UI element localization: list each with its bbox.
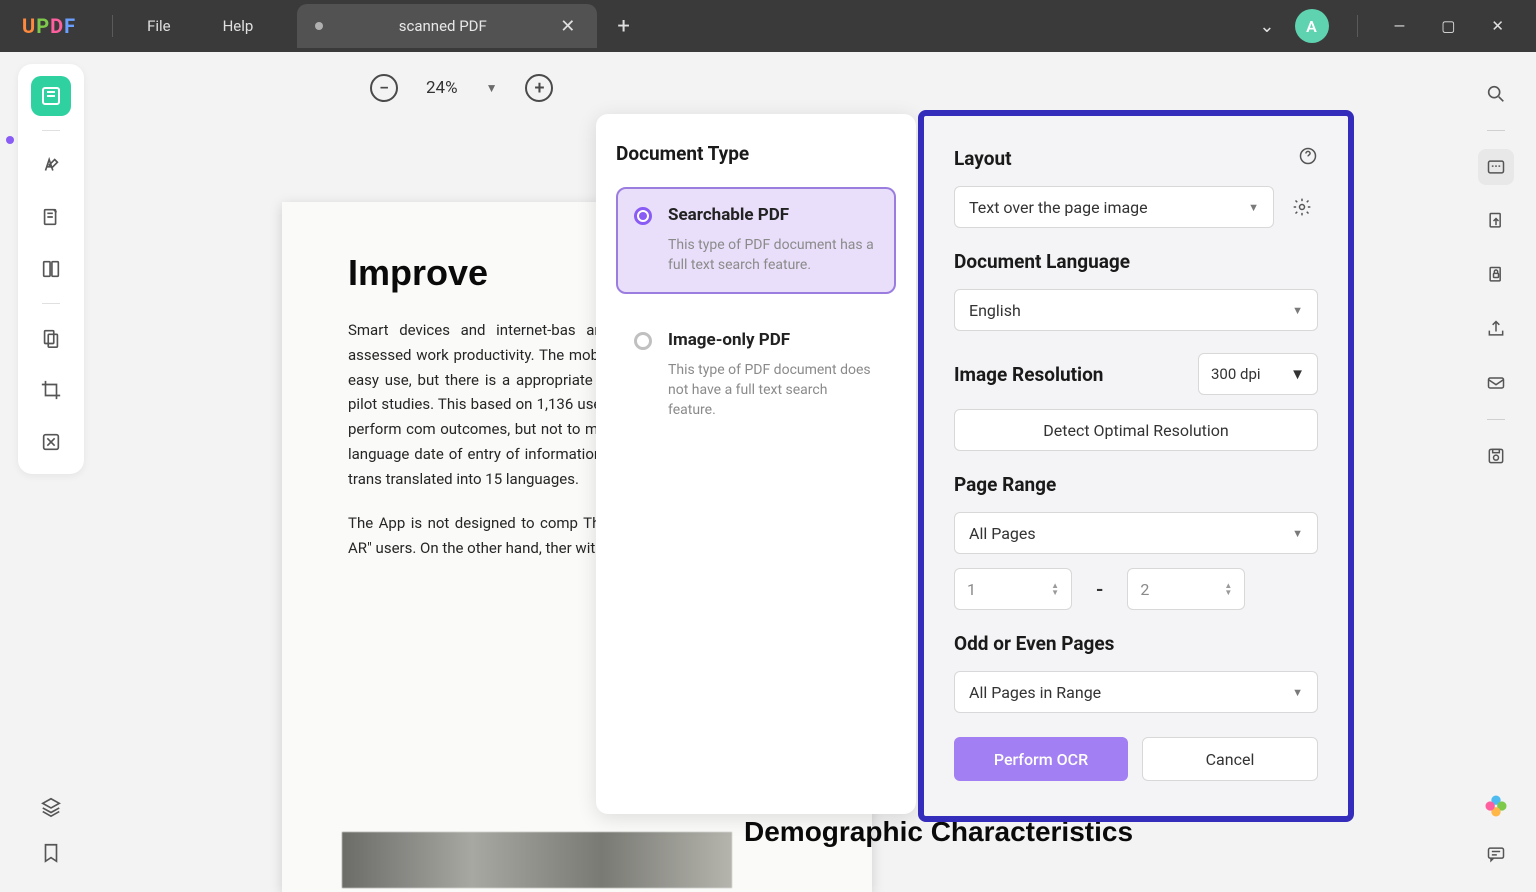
zoom-toolbar: − 24% ▼ + — [370, 74, 553, 102]
save-button[interactable] — [1478, 438, 1514, 474]
right-sidebar-bottom — [1474, 792, 1518, 868]
zoom-dropdown-icon[interactable]: ▼ — [486, 81, 498, 95]
help-icon[interactable] — [1298, 146, 1318, 170]
select-value: Text over the page image — [969, 198, 1148, 217]
chevron-down-icon: ▼ — [1248, 201, 1259, 214]
stepper-icon[interactable]: ▲▼ — [1224, 582, 1232, 596]
tab-dot-icon — [315, 22, 323, 30]
indicator-dot — [6, 136, 14, 144]
option-title: Image-only PDF — [668, 330, 878, 350]
convert-button[interactable] — [1478, 203, 1514, 239]
ocr-button[interactable] — [1478, 149, 1514, 185]
maximize-icon[interactable]: ▢ — [1433, 13, 1463, 39]
radio-icon — [634, 207, 652, 225]
divider — [42, 303, 60, 304]
input-value: 1 — [967, 580, 976, 599]
layout-label: Layout — [954, 147, 1012, 170]
divider — [1487, 130, 1505, 131]
zoom-value: 24% — [426, 78, 458, 98]
layout-settings-button[interactable] — [1286, 191, 1318, 223]
share-button[interactable] — [1478, 311, 1514, 347]
option-title: Searchable PDF — [668, 205, 878, 225]
option-desc: This type of PDF document does not have … — [668, 360, 878, 421]
layers-icon[interactable] — [40, 796, 62, 822]
protect-button[interactable] — [1478, 257, 1514, 293]
divider — [1487, 419, 1505, 420]
user-avatar[interactable]: A — [1295, 9, 1329, 43]
radio-icon — [634, 332, 652, 350]
page-view-button[interactable] — [31, 249, 71, 289]
odd-even-select[interactable]: All Pages in Range ▼ — [954, 671, 1318, 713]
lang-label: Document Language — [954, 250, 1318, 273]
option-desc: This type of PDF document has a full tex… — [668, 235, 878, 276]
page-to-input[interactable]: 2 ▲▼ — [1127, 568, 1245, 610]
search-button[interactable] — [1478, 76, 1514, 112]
zoom-out-button[interactable]: − — [370, 74, 398, 102]
page-range-select[interactable]: All Pages ▼ — [954, 512, 1318, 554]
tab-title: scanned PDF — [329, 17, 556, 35]
select-value: All Pages — [969, 524, 1036, 543]
ocr-settings-panel: Layout Text over the page image ▼ Docume… — [918, 110, 1354, 822]
right-sidebar — [1474, 64, 1518, 474]
redact-tool-button[interactable] — [31, 422, 71, 462]
panel-title: Document Type — [616, 142, 896, 165]
range-separator: - — [1096, 577, 1103, 601]
app-logo: UPDF — [0, 14, 104, 38]
left-sidebar — [18, 64, 84, 474]
menu-file[interactable]: File — [121, 17, 197, 35]
select-value: 300 dpi — [1211, 365, 1261, 383]
close-icon[interactable]: ✕ — [1483, 13, 1512, 39]
crop-tool-button[interactable] — [31, 370, 71, 410]
odd-even-label: Odd or Even Pages — [954, 632, 1318, 655]
chevron-down-icon: ▼ — [1292, 686, 1303, 699]
comment-button[interactable] — [1486, 844, 1506, 868]
perform-ocr-button[interactable]: Perform OCR — [954, 737, 1128, 781]
page-range-label: Page Range — [954, 473, 1318, 496]
tab-close-icon[interactable]: ✕ — [556, 16, 579, 37]
menu-help[interactable]: Help — [197, 17, 280, 35]
doc-image-strip — [342, 832, 732, 888]
highlight-tool-button[interactable] — [31, 145, 71, 185]
layout-select[interactable]: Text over the page image ▼ — [954, 186, 1274, 228]
email-button[interactable] — [1478, 365, 1514, 401]
reader-mode-button[interactable] — [31, 76, 71, 116]
left-sidebar-bottom — [18, 796, 84, 868]
brand-flower-icon[interactable] — [1482, 792, 1510, 824]
option-image-only-pdf[interactable]: Image-only PDF This type of PDF document… — [616, 312, 896, 439]
annotate-tool-button[interactable] — [31, 197, 71, 237]
divider — [1357, 15, 1358, 37]
stepper-icon[interactable]: ▲▼ — [1051, 582, 1059, 596]
language-select[interactable]: English ▼ — [954, 289, 1318, 331]
main-area: − 24% ▼ + — [0, 52, 1536, 888]
zoom-in-button[interactable]: + — [525, 74, 553, 102]
resolution-label: Image Resolution — [954, 363, 1103, 386]
titlebar: UPDF File Help scanned PDF ✕ + ⌄ A — ▢ ✕ — [0, 0, 1536, 52]
divider — [42, 130, 60, 131]
new-tab-button[interactable]: + — [597, 14, 649, 39]
minimize-icon[interactable]: — — [1386, 13, 1414, 39]
chevron-down-icon: ▼ — [1292, 304, 1303, 317]
detect-resolution-button[interactable]: Detect Optimal Resolution — [954, 409, 1318, 451]
cancel-button[interactable]: Cancel — [1142, 737, 1318, 781]
ocr-document-type-panel: Document Type Searchable PDF This type o… — [596, 114, 916, 814]
option-searchable-pdf[interactable]: Searchable PDF This type of PDF document… — [616, 187, 896, 294]
chevron-down-icon: ▼ — [1292, 527, 1303, 540]
select-value: All Pages in Range — [969, 683, 1101, 702]
divider — [112, 15, 113, 37]
tabs-dropdown-icon[interactable]: ⌄ — [1259, 16, 1274, 37]
organize-pages-button[interactable] — [31, 318, 71, 358]
bookmark-icon[interactable] — [40, 842, 62, 868]
chevron-down-icon: ▼ — [1290, 365, 1305, 383]
input-value: 2 — [1140, 580, 1149, 599]
page-from-input[interactable]: 1 ▲▼ — [954, 568, 1072, 610]
select-value: English — [969, 301, 1021, 320]
resolution-select[interactable]: 300 dpi ▼ — [1198, 353, 1318, 395]
tab-scanned-pdf[interactable]: scanned PDF ✕ — [297, 4, 597, 48]
